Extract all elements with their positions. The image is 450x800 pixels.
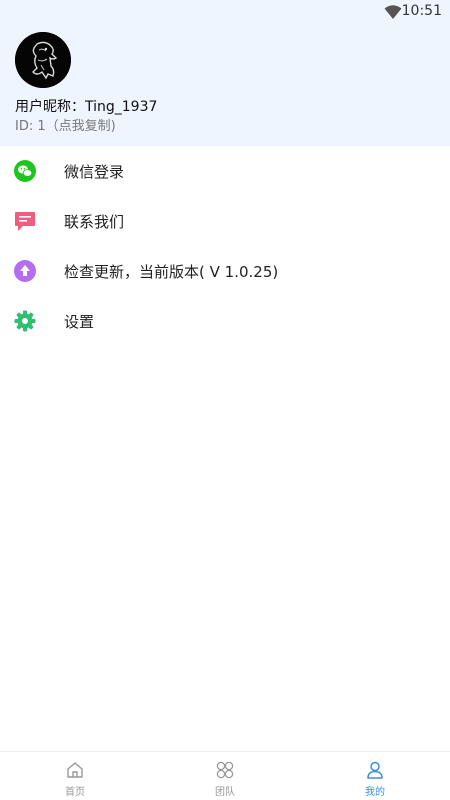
menu-item-check-update[interactable]: 检查更新，当前版本( V 1.0.25) bbox=[0, 246, 450, 296]
settings-gear-icon bbox=[14, 310, 36, 332]
grid-circles-icon bbox=[216, 761, 234, 779]
menu-list: 微信登录 联系我们 检查更新，当前版本( V 1.0.25) 设置 bbox=[0, 146, 450, 346]
tab-team[interactable]: 团队 bbox=[150, 752, 300, 800]
menu-item-contact-us[interactable]: 联系我们 bbox=[0, 196, 450, 246]
tab-label: 团队 bbox=[215, 787, 235, 798]
menu-label: 检查更新，当前版本( V 1.0.25) bbox=[64, 263, 279, 281]
avatar[interactable] bbox=[15, 32, 71, 88]
upload-arrow-icon bbox=[14, 260, 36, 282]
user-nickname: 用户昵称：Ting_1937 bbox=[15, 99, 158, 115]
menu-item-wechat-login[interactable]: 微信登录 bbox=[0, 146, 450, 196]
home-icon bbox=[67, 762, 83, 778]
wechat-icon bbox=[14, 160, 36, 182]
status-time: 10:51 bbox=[401, 3, 442, 19]
profile-header: 用户昵称：Ting_1937 ID: 1（点我复制) bbox=[0, 24, 450, 146]
tab-label: 我的 bbox=[365, 787, 385, 798]
tab-label: 首页 bbox=[65, 787, 85, 798]
person-icon bbox=[367, 761, 383, 779]
wifi-icon bbox=[384, 5, 402, 19]
tab-home[interactable]: 首页 bbox=[0, 752, 150, 800]
status-bar: 10:51 bbox=[0, 0, 450, 24]
menu-label: 微信登录 bbox=[64, 163, 125, 181]
lion-crest-avatar-icon bbox=[15, 32, 71, 88]
user-id-copy[interactable]: ID: 1（点我复制) bbox=[15, 115, 116, 134]
tab-mine[interactable]: 我的 bbox=[300, 752, 450, 800]
menu-label: 联系我们 bbox=[64, 213, 125, 231]
message-icon bbox=[15, 212, 35, 231]
bottom-tab-bar: 首页 团队 我的 bbox=[0, 751, 450, 800]
menu-item-settings[interactable]: 设置 bbox=[0, 296, 450, 346]
menu-label: 设置 bbox=[64, 313, 95, 331]
